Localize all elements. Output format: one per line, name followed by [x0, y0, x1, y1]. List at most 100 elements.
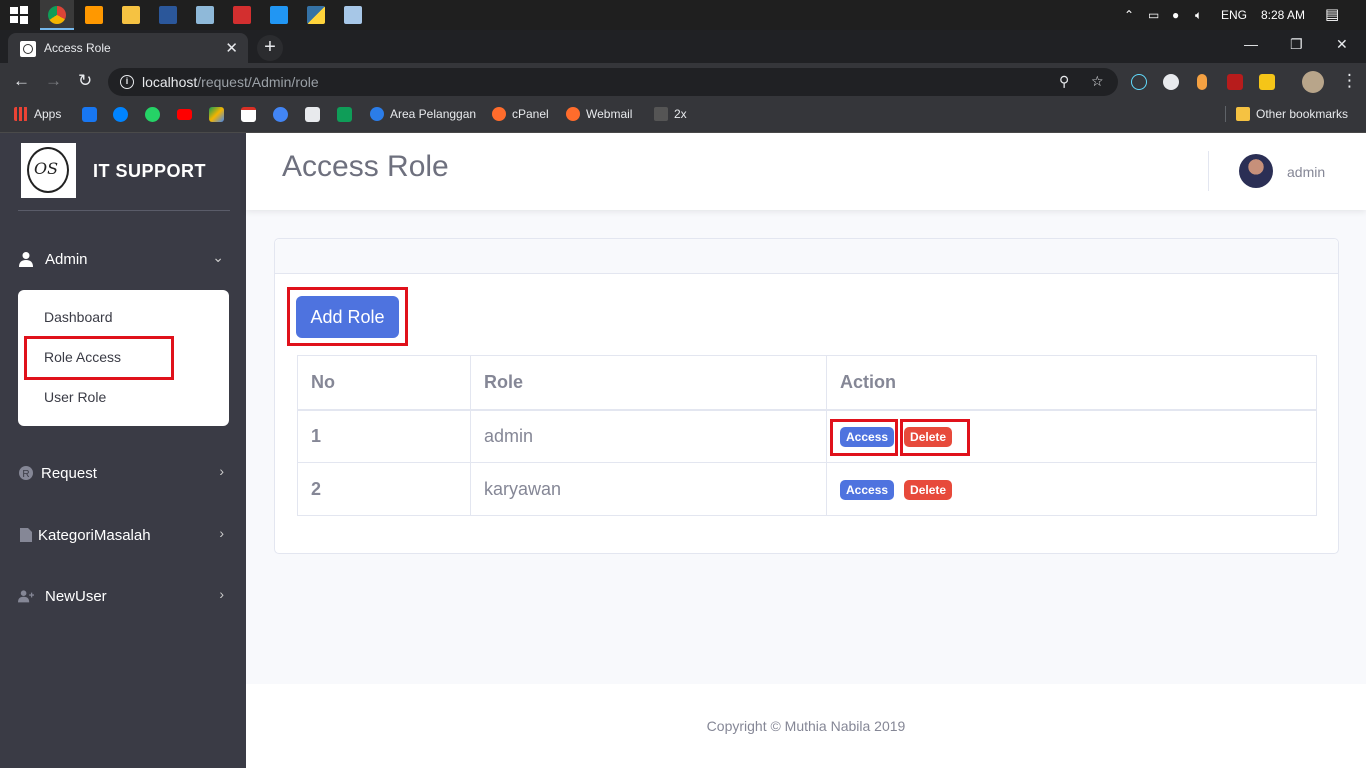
bookmark-star-icon[interactable]: ☆	[1091, 73, 1104, 90]
browser-tab-strip: Access Role ✕ + — ❐ ✕	[0, 30, 1366, 63]
paint-icon[interactable]	[196, 6, 214, 24]
web-page: OS IT SUPPORT Admin ⌄ Dashboard Role Acc…	[0, 133, 1366, 768]
browser-toolbar: ← → ↻ i localhost/request/Admin/role ⚲ ☆…	[0, 63, 1366, 101]
column-header-action: Action	[826, 355, 1317, 411]
battery-icon[interactable]: ▭	[1148, 0, 1159, 30]
tab-favicon-icon	[20, 41, 36, 57]
notification-icon[interactable]: ▤	[1325, 0, 1339, 30]
menu-dots-icon[interactable]: ⋮	[1341, 71, 1358, 91]
forward-icon[interactable]: →	[45, 71, 62, 91]
bookmark-green-icon[interactable]	[337, 107, 352, 122]
gmail-icon[interactable]	[241, 107, 256, 122]
folder-icon	[1236, 107, 1250, 121]
word-icon[interactable]	[159, 6, 177, 24]
bookmark-cpanel[interactable]: cPanel	[492, 101, 549, 127]
chevron-right-icon: ›	[219, 525, 224, 541]
submenu-item-dashboard[interactable]: Dashboard	[44, 309, 113, 325]
contacts-icon[interactable]	[273, 107, 288, 122]
topbar: Access Role admin	[246, 133, 1366, 210]
highlight-box	[830, 419, 898, 456]
profile-avatar-icon[interactable]	[1302, 71, 1324, 93]
logo-text: OS	[34, 159, 59, 178]
sidebar-item-label: Admin	[45, 251, 88, 268]
vscode-icon[interactable]	[270, 6, 288, 24]
table-row: 1 admin Access Delete	[297, 409, 1317, 463]
address-bar[interactable]: i localhost/request/Admin/role ⚲ ☆	[108, 68, 1118, 96]
avatar[interactable]	[1239, 154, 1273, 188]
speed-icon[interactable]	[1163, 74, 1179, 90]
new-tab-button[interactable]: +	[257, 35, 283, 61]
sidebar: OS IT SUPPORT Admin ⌄ Dashboard Role Acc…	[0, 133, 246, 768]
chevron-right-icon: ›	[219, 463, 224, 479]
apps-grid-icon	[14, 107, 28, 121]
network-icon[interactable]: ●	[1172, 0, 1179, 30]
page-title: Access Role	[282, 150, 449, 183]
google-drive-icon[interactable]	[209, 107, 224, 122]
brand-logo[interactable]: OS	[21, 143, 76, 198]
acrobat-icon[interactable]	[233, 6, 251, 24]
other-bookmarks[interactable]: Other bookmarks	[1236, 101, 1348, 127]
notepad-icon[interactable]	[344, 6, 362, 24]
messenger-icon[interactable]	[113, 107, 128, 122]
reload-icon[interactable]: ↻	[78, 71, 92, 91]
row-number: 1	[297, 409, 471, 463]
edge-icon	[370, 107, 384, 121]
row-role: karyawan	[470, 462, 827, 516]
close-window-icon[interactable]: ✕	[1336, 36, 1348, 53]
extension-orange-icon[interactable]	[1197, 74, 1207, 90]
column-header-role: Role	[470, 355, 827, 411]
sublime-icon[interactable]	[85, 6, 103, 24]
back-icon[interactable]: ←	[13, 71, 30, 91]
bookmarks-divider	[1225, 106, 1226, 122]
facebook-icon[interactable]	[82, 107, 97, 122]
whatsapp-icon[interactable]	[145, 107, 160, 122]
delete-button[interactable]: Delete	[904, 480, 953, 500]
svg-text:R: R	[22, 469, 29, 480]
brand-name[interactable]: IT SUPPORT	[93, 161, 206, 182]
volume-icon[interactable]: 🔈︎	[1195, 0, 1202, 30]
row-number: 2	[297, 462, 471, 516]
tab-title: Access Role	[44, 41, 111, 55]
vimeo-extension-icon[interactable]	[1259, 74, 1275, 90]
react-devtools-icon[interactable]	[1131, 74, 1147, 90]
windows-start-icon[interactable]	[10, 6, 28, 24]
zoom-icon[interactable]: ⚲	[1059, 73, 1069, 90]
restore-icon[interactable]: ❐	[1290, 36, 1303, 53]
bookmark-2x[interactable]: 2x	[654, 101, 687, 127]
chrome-icon[interactable]	[48, 6, 66, 24]
sidebar-item-request[interactable]: R Request ›	[0, 454, 246, 494]
clock[interactable]: 8:28 AM	[1261, 0, 1305, 30]
column-header-no: No	[297, 355, 471, 411]
cpanel-icon	[566, 107, 580, 121]
acrobat-extension-icon[interactable]	[1227, 74, 1243, 90]
chevron-right-icon: ›	[219, 586, 224, 602]
row-role: admin	[470, 409, 827, 463]
minimize-icon[interactable]: —	[1244, 36, 1258, 52]
access-button[interactable]: Access	[840, 480, 895, 500]
bookmark-app-icon[interactable]	[305, 107, 320, 122]
sidebar-item-kategori-masalah[interactable]: KategoriMasalah ›	[0, 516, 246, 556]
submenu-item-user-role[interactable]: User Role	[44, 389, 106, 405]
python-icon[interactable]	[307, 6, 325, 24]
url-text[interactable]: localhost/request/Admin/role	[142, 74, 319, 90]
role-table: No Role Action 1 admin Access Delete 2 ka…	[297, 355, 1317, 516]
bookmark-webmail[interactable]: Webmail	[566, 101, 632, 127]
tab-close-icon[interactable]: ✕	[225, 39, 238, 57]
role-card: Add Role No Role Action 1 admin Access De…	[274, 238, 1339, 554]
site-info-icon[interactable]: i	[120, 75, 134, 89]
highlight-box	[900, 419, 970, 456]
sidebar-item-new-user[interactable]: NewUser ›	[0, 577, 246, 617]
language-indicator[interactable]: ENG	[1221, 0, 1247, 30]
highlight-box	[287, 287, 408, 346]
bookmark-apps[interactable]: Apps	[14, 101, 61, 127]
browser-tab[interactable]: Access Role ✕	[8, 33, 248, 63]
sidebar-item-admin[interactable]: Admin ⌄	[0, 240, 246, 280]
footer: Copyright © Muthia Nabila 2019	[246, 684, 1366, 768]
sidebar-item-label: Request	[41, 465, 97, 482]
bookmark-area-pelanggan[interactable]: Area Pelanggan	[370, 101, 476, 127]
sidebar-item-label: NewUser	[45, 588, 107, 605]
file-explorer-icon[interactable]	[122, 6, 140, 24]
username[interactable]: admin	[1287, 164, 1325, 180]
youtube-icon[interactable]	[177, 109, 192, 120]
tray-chevron-icon[interactable]: ⌃	[1124, 0, 1134, 30]
